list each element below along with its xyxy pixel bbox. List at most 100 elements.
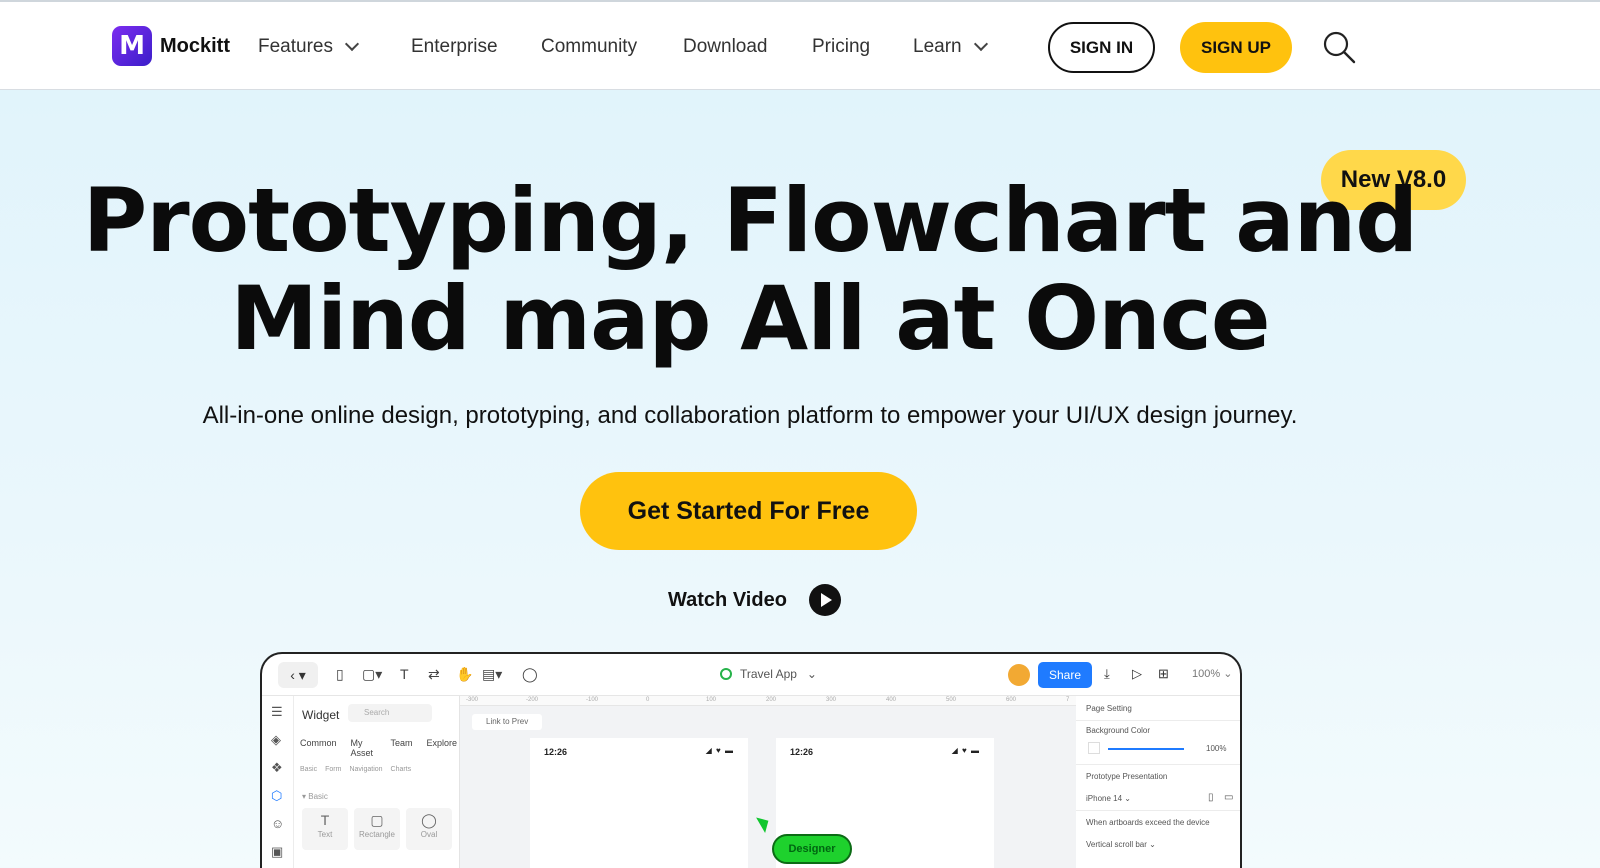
background-color-label: Background Color xyxy=(1086,726,1151,735)
ruler-tick: 200 xyxy=(766,697,777,703)
subtab-navigation[interactable]: Navigation xyxy=(349,766,382,773)
file-name[interactable]: Travel App ⌄ xyxy=(720,667,817,681)
opacity-value: 100% xyxy=(1206,744,1227,753)
tab-explore[interactable]: Explore xyxy=(424,736,459,760)
frame-icon[interactable]: ▢▾ xyxy=(362,666,382,683)
note-tool-icon[interactable]: ▤▾ xyxy=(482,666,502,683)
artboard-exceed-label: When artboards exceed the device xyxy=(1086,818,1210,827)
section-label: ▾ Basic xyxy=(302,792,328,801)
rectangle-icon: ▢ xyxy=(370,812,384,828)
image-icon[interactable]: ▣ xyxy=(271,844,283,860)
avatar[interactable] xyxy=(1008,664,1030,686)
widget-rectangle-label: Rectangle xyxy=(358,830,396,839)
search-icon[interactable] xyxy=(1322,30,1356,64)
nav-learn-label: Learn xyxy=(913,36,962,57)
share-button[interactable]: Share xyxy=(1038,662,1092,688)
app-toolbar: ‹ ▾ ▯ ▢▾ T ⇄ ✋ ▤▾ ◯ Travel App ⌄ Share ⤓… xyxy=(262,654,1240,696)
mockitt-logo-icon: M xyxy=(112,26,152,66)
nav-download-label: Download xyxy=(683,36,768,57)
layers-icon[interactable]: ◈ xyxy=(271,732,281,748)
widget-icon[interactable]: ⬡ xyxy=(271,788,282,804)
ruler-tick: 400 xyxy=(886,697,897,703)
subtab-charts[interactable]: Charts xyxy=(391,766,412,773)
comment-icon[interactable]: ◯ xyxy=(522,666,538,683)
widget-search-input[interactable]: Search xyxy=(348,704,432,722)
divider xyxy=(1076,810,1240,811)
widget-oval-label: Oval xyxy=(420,830,438,839)
nav-community-label: Community xyxy=(541,36,638,57)
sign-in-button[interactable]: SIGN IN xyxy=(1048,22,1155,73)
status-bar-icons: ◢ ♥ ▬ xyxy=(951,746,980,755)
portrait-icon[interactable]: ▯ xyxy=(1208,792,1214,803)
subtab-basic[interactable]: Basic xyxy=(300,766,317,773)
ruler-tick: 600 xyxy=(1006,697,1017,703)
watch-video-link[interactable]: Watch Video xyxy=(668,584,841,616)
divider xyxy=(1076,720,1240,721)
widget-grid: T Text ▢ Rectangle ◯ Oval xyxy=(302,808,452,850)
widget-oval[interactable]: ◯ Oval xyxy=(406,808,452,850)
divider xyxy=(1076,764,1240,765)
horizontal-ruler: -300 -200 -100 0 100 200 300 400 500 600… xyxy=(460,696,1076,706)
hand-tool-icon[interactable]: ✋ xyxy=(456,666,473,683)
section-label-text: Basic xyxy=(308,792,328,801)
widget-rectangle[interactable]: ▢ Rectangle xyxy=(354,808,400,850)
design-canvas[interactable]: -300 -200 -100 0 100 200 300 400 500 600… xyxy=(460,696,1076,868)
opacity-slider[interactable] xyxy=(1108,748,1184,750)
page-icon[interactable]: ▯ xyxy=(336,666,344,683)
widget-text[interactable]: T Text xyxy=(302,808,348,850)
nav-enterprise[interactable]: Enterprise xyxy=(411,36,498,58)
tab-my-asset[interactable]: My Asset xyxy=(349,736,379,760)
widget-subtabs: Basic Form Navigation Charts xyxy=(300,766,411,773)
device-select[interactable]: iPhone 14 ⌄ xyxy=(1086,794,1131,803)
chevron-down-icon xyxy=(973,36,988,52)
scroll-bar-select-value: Vertical scroll bar xyxy=(1086,840,1147,849)
components-icon[interactable]: ❖ xyxy=(271,760,283,776)
emoji-icon[interactable]: ☺ xyxy=(271,816,284,831)
link-to-prev-button[interactable]: Link to Prev xyxy=(472,714,542,730)
nav-community[interactable]: Community xyxy=(541,36,637,58)
back-icon[interactable]: ‹ ▾ xyxy=(278,662,318,688)
widget-tabs: Common My Asset Team Explore xyxy=(298,736,459,760)
outline-icon[interactable]: ☰ xyxy=(271,704,283,720)
widget-text-label: Text xyxy=(317,830,333,839)
prototype-presentation-label: Prototype Presentation xyxy=(1086,772,1168,781)
widget-panel: Widget Search Common My Asset Team Explo… xyxy=(294,696,460,868)
tab-common[interactable]: Common xyxy=(298,736,339,760)
text-tool-icon[interactable]: T xyxy=(400,666,409,682)
sign-up-button[interactable]: SIGN UP xyxy=(1180,22,1292,73)
device-select-value: iPhone 14 xyxy=(1086,794,1123,803)
text-icon: T xyxy=(320,812,330,828)
play-preview-icon[interactable]: ▷ xyxy=(1132,666,1142,682)
status-bar-icons: ◢ ♥ ▬ xyxy=(705,746,734,755)
collaborator-cursor-icon xyxy=(756,812,773,834)
nav-features-label: Features xyxy=(258,36,333,57)
subtab-form[interactable]: Form xyxy=(325,766,341,773)
chevron-down-icon xyxy=(344,36,360,52)
layout-icon[interactable]: ⊞ xyxy=(1158,666,1169,682)
nav-learn[interactable]: Learn xyxy=(913,36,988,58)
get-started-button[interactable]: Get Started For Free xyxy=(580,472,917,550)
nav-pricing[interactable]: Pricing xyxy=(812,36,870,58)
tab-team[interactable]: Team xyxy=(388,736,414,760)
artboard-time: 12:26 xyxy=(544,747,568,757)
download-icon[interactable]: ⤓ xyxy=(1104,666,1110,682)
zoom-level[interactable]: 100% ⌄ xyxy=(1192,667,1232,680)
landscape-icon[interactable]: ▭ xyxy=(1224,792,1233,803)
ruler-tick: 100 xyxy=(706,697,717,703)
hero-title-line-2: Mind map All at Once xyxy=(230,267,1270,370)
nav-download[interactable]: Download xyxy=(683,36,768,58)
scroll-bar-select[interactable]: Vertical scroll bar ⌄ xyxy=(1086,840,1156,849)
link-tool-icon[interactable]: ⇄ xyxy=(428,666,440,683)
artboard[interactable]: 12:26 ◢ ♥ ▬ xyxy=(530,738,748,868)
panel-title: Widget xyxy=(302,708,340,722)
watch-video-label: Watch Video xyxy=(668,588,787,611)
ruler-tick: 300 xyxy=(826,697,837,703)
hero-title: Prototyping, Flowchart and Mind map All … xyxy=(0,172,1500,368)
mockitt-logo[interactable]: M Mockitt xyxy=(112,26,230,66)
nav-features[interactable]: Features xyxy=(258,36,360,58)
color-swatch[interactable] xyxy=(1088,742,1100,754)
file-name-label: Travel App xyxy=(740,667,797,681)
nav-enterprise-label: Enterprise xyxy=(411,36,498,57)
ruler-tick: -200 xyxy=(526,697,539,703)
hero-subtitle: All-in-one online design, prototyping, a… xyxy=(202,402,1298,429)
